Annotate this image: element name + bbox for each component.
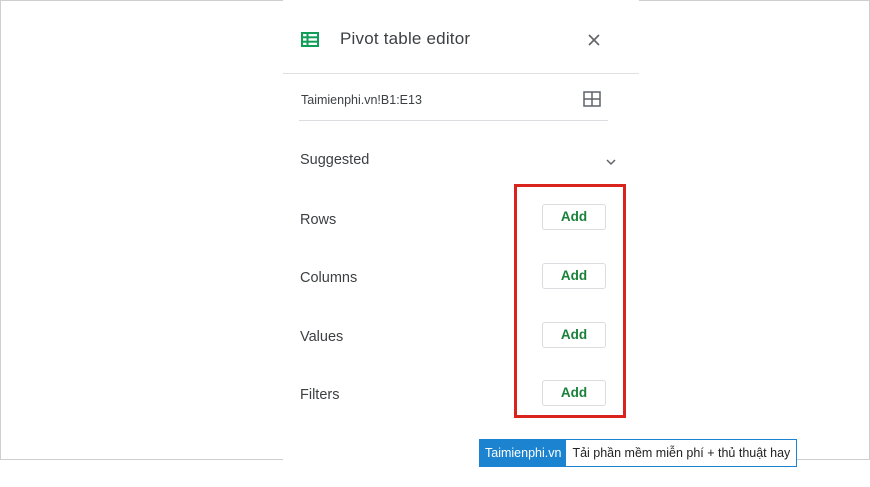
highlight-annotation-box bbox=[514, 184, 626, 418]
suggested-label[interactable]: Suggested bbox=[300, 152, 369, 168]
watermark-banner: Taimienphi.vn Tải phần mềm miễn phí + th… bbox=[479, 439, 798, 467]
sheets-table-icon bbox=[301, 32, 319, 47]
watermark-brand: Taimienphi.vn bbox=[480, 440, 567, 466]
panel-title: Pivot table editor bbox=[340, 29, 471, 48]
close-button[interactable] bbox=[581, 27, 607, 53]
filters-label: Filters bbox=[300, 387, 340, 403]
values-label: Values bbox=[300, 329, 344, 345]
range-underline bbox=[299, 120, 608, 121]
columns-label: Columns bbox=[300, 270, 358, 286]
data-range-field[interactable]: Taimienphi.vn!B1:E13 bbox=[299, 74, 608, 121]
frame-border-left bbox=[0, 0, 1, 460]
watermark-tagline: Tải phần mềm miễn phí + thủ thuật hay bbox=[572, 446, 791, 460]
rows-label: Rows bbox=[300, 212, 337, 228]
close-icon bbox=[588, 34, 600, 46]
data-range-value: Taimienphi.vn!B1:E13 bbox=[301, 93, 422, 107]
panel-header: Pivot table editor bbox=[283, 0, 639, 74]
chevron-down-icon[interactable] bbox=[605, 158, 617, 166]
grid-icon[interactable] bbox=[582, 90, 602, 108]
